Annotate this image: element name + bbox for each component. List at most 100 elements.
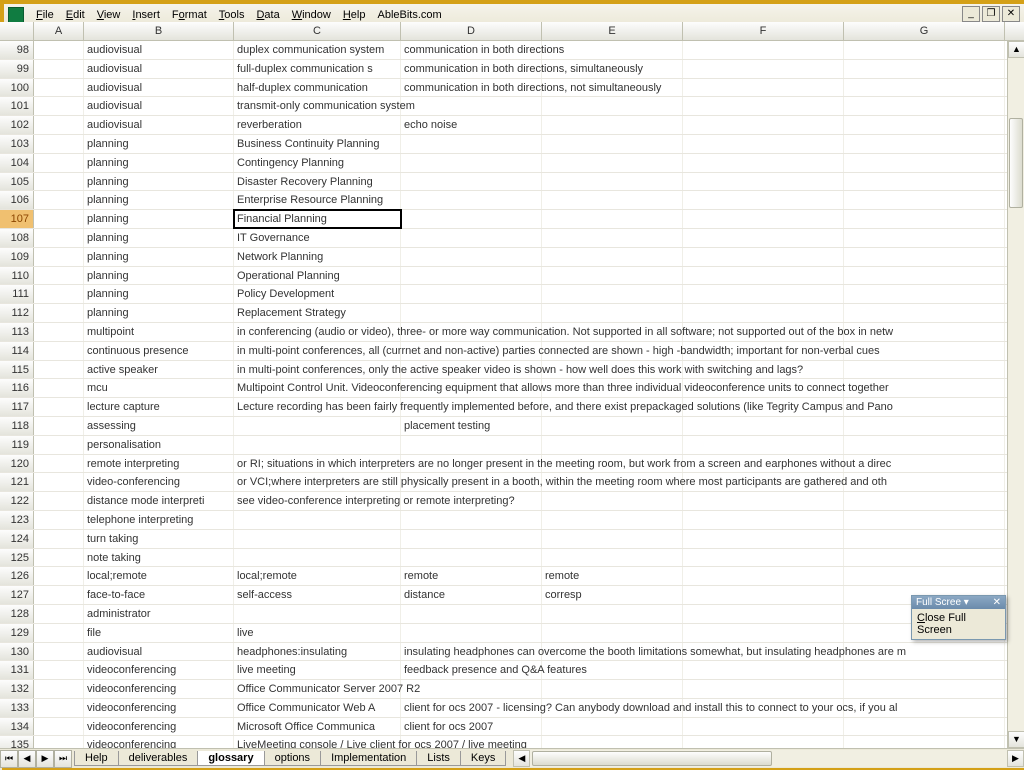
cell[interactable] [34, 79, 84, 97]
cell[interactable]: planning [84, 135, 234, 153]
vscroll-thumb[interactable] [1009, 118, 1023, 208]
cell[interactable] [844, 79, 1005, 97]
menu-ablebitscom[interactable]: AbleBits.com [371, 7, 447, 23]
table-row[interactable]: 114continuous presencein multi-point con… [0, 342, 1024, 361]
full-screen-close-icon[interactable]: ✕ [993, 597, 1001, 608]
table-row[interactable]: 99audiovisualfull-duplex communication s… [0, 60, 1024, 79]
cell[interactable] [542, 154, 683, 172]
cell[interactable] [683, 79, 844, 97]
table-row[interactable]: 130audiovisualheadphones:insulatinginsul… [0, 643, 1024, 662]
table-row[interactable]: 131videoconferencinglive meetingfeedback… [0, 661, 1024, 680]
row-header[interactable]: 129 [0, 624, 34, 642]
cell[interactable]: administrator [84, 605, 234, 623]
cell[interactable]: Disaster Recovery Planning [234, 173, 401, 191]
table-row[interactable]: 123telephone interpreting [0, 511, 1024, 530]
cell[interactable]: full-duplex communication s [234, 60, 401, 78]
row-header[interactable]: 101 [0, 97, 34, 115]
cell[interactable]: live [234, 624, 401, 642]
cell[interactable]: videoconferencing [84, 661, 234, 679]
cell[interactable]: LiveMeeting console / Live client for oc… [234, 736, 401, 748]
cell[interactable]: duplex communication system [234, 41, 401, 59]
cell[interactable] [34, 361, 84, 379]
cell[interactable] [683, 718, 844, 736]
menu-window[interactable]: Window [286, 7, 337, 23]
cell[interactable]: client for ocs 2007 - licensing? Can any… [401, 699, 542, 717]
cell[interactable]: turn taking [84, 530, 234, 548]
cell[interactable] [34, 60, 84, 78]
cell[interactable] [542, 530, 683, 548]
tab-nav-last[interactable]: ⏭ [54, 750, 72, 768]
cell[interactable] [844, 530, 1005, 548]
row-header[interactable]: 115 [0, 361, 34, 379]
cell[interactable] [542, 736, 683, 748]
table-row[interactable]: 127face-to-faceself-accessdistancecorres… [0, 586, 1024, 605]
cell[interactable]: Multipoint Control Unit. Videoconferenci… [234, 379, 401, 397]
vscroll-track[interactable] [1008, 58, 1024, 731]
cell[interactable] [542, 135, 683, 153]
close-full-screen-button[interactable]: Close Full Screen [912, 609, 1005, 639]
cell[interactable]: local;remote [234, 567, 401, 585]
col-header-E[interactable]: E [542, 22, 683, 40]
cell[interactable] [34, 549, 84, 567]
row-header[interactable]: 109 [0, 248, 34, 266]
row-header[interactable]: 133 [0, 699, 34, 717]
cell[interactable] [34, 643, 84, 661]
cell[interactable] [844, 267, 1005, 285]
cell[interactable]: headphones:insulating [234, 643, 401, 661]
cell[interactable] [401, 530, 542, 548]
grid-rows[interactable]: 98audiovisualduplex communication system… [0, 41, 1024, 748]
cell[interactable] [542, 680, 683, 698]
table-row[interactable]: 101audiovisualtransmit-only communicatio… [0, 97, 1024, 116]
scroll-down-arrow[interactable]: ▼ [1008, 731, 1024, 748]
row-header[interactable]: 118 [0, 417, 34, 435]
cell[interactable] [234, 417, 401, 435]
table-row[interactable]: 98audiovisualduplex communication system… [0, 41, 1024, 60]
cell[interactable] [844, 97, 1005, 115]
cell[interactable] [542, 417, 683, 435]
cell[interactable]: planning [84, 210, 234, 228]
cell[interactable] [34, 511, 84, 529]
cell[interactable] [34, 323, 84, 341]
cell[interactable] [34, 285, 84, 303]
cell[interactable]: in multi-point conferences, all (currnet… [234, 342, 401, 360]
cell[interactable]: Contingency Planning [234, 154, 401, 172]
cell[interactable]: videoconferencing [84, 699, 234, 717]
cell[interactable] [844, 511, 1005, 529]
cell[interactable] [34, 97, 84, 115]
cell[interactable] [234, 436, 401, 454]
cell[interactable] [683, 417, 844, 435]
sheet-tab-keys[interactable]: Keys [460, 751, 506, 766]
cell[interactable]: IT Governance [234, 229, 401, 247]
cell[interactable]: Lecture recording has been fairly freque… [234, 398, 401, 416]
cell[interactable]: insulating headphones can overcome the b… [401, 643, 542, 661]
cell[interactable] [683, 549, 844, 567]
cell[interactable] [683, 567, 844, 585]
cell[interactable] [844, 229, 1005, 247]
cell[interactable] [34, 699, 84, 717]
row-header[interactable]: 103 [0, 135, 34, 153]
cell[interactable]: client for ocs 2007 [401, 718, 542, 736]
cell[interactable]: videoconferencing [84, 680, 234, 698]
cell[interactable] [234, 530, 401, 548]
table-row[interactable]: 125note taking [0, 549, 1024, 568]
cell[interactable] [844, 718, 1005, 736]
cell[interactable]: Financial Planning [234, 210, 401, 228]
row-header[interactable]: 113 [0, 323, 34, 341]
cell[interactable] [844, 210, 1005, 228]
cell[interactable] [34, 304, 84, 322]
table-row[interactable]: 133videoconferencingOffice Communicator … [0, 699, 1024, 718]
cell[interactable] [542, 116, 683, 134]
cell[interactable] [234, 511, 401, 529]
row-header[interactable]: 134 [0, 718, 34, 736]
table-row[interactable]: 126local;remotelocal;remoteremoteremote [0, 567, 1024, 586]
row-header[interactable]: 117 [0, 398, 34, 416]
cell[interactable]: videoconferencing [84, 718, 234, 736]
row-header[interactable]: 112 [0, 304, 34, 322]
cell[interactable] [34, 736, 84, 748]
cell[interactable]: audiovisual [84, 643, 234, 661]
table-row[interactable]: 119personalisation [0, 436, 1024, 455]
cell[interactable] [844, 567, 1005, 585]
cell[interactable] [844, 154, 1005, 172]
cell[interactable] [34, 436, 84, 454]
tab-nav-first[interactable]: ⏮ [0, 750, 18, 768]
